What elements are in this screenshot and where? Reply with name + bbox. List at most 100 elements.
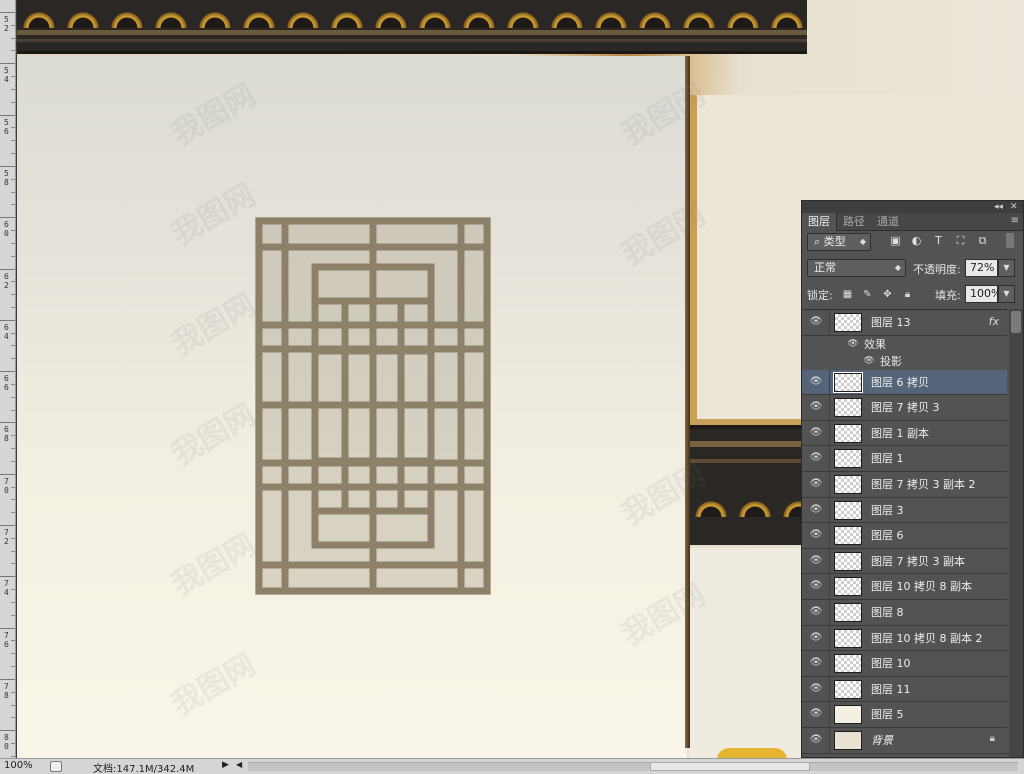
type-filter-icon[interactable]: T	[931, 233, 946, 248]
layer-row[interactable]: 👁︎ 图层 7 拷贝 3 副本 2	[802, 471, 1007, 498]
chevron-down-icon[interactable]: ▼	[998, 259, 1015, 277]
visibility-eye-icon[interactable]: 👁︎	[808, 631, 824, 645]
layer-name[interactable]: 图层 1	[871, 446, 904, 471]
layer-row[interactable]: 👁︎ 图层 6	[802, 523, 1007, 549]
visibility-eye-icon[interactable]: 👁︎	[808, 733, 824, 747]
lock-transparent-pixels-icon[interactable]: ▦	[841, 288, 854, 301]
visibility-eye-icon[interactable]: 👁︎	[808, 375, 824, 389]
layer-name[interactable]: 图层 13	[871, 310, 911, 335]
layer-row[interactable]: 👁︎ 图层 8	[802, 599, 1007, 626]
visibility-eye-icon[interactable]: 👁︎	[846, 338, 860, 350]
layer-name[interactable]: 图层 8	[871, 600, 904, 625]
scroll-left-arrow[interactable]: ◀	[236, 760, 242, 769]
layer-row[interactable]: 👁︎ 图层 7 拷贝 3 副本	[802, 548, 1007, 575]
visibility-eye-icon[interactable]: 👁︎	[808, 503, 824, 517]
zoom-level[interactable]: 100%	[4, 760, 33, 771]
layer-row[interactable]: 👁︎ 图层 1	[802, 446, 1007, 472]
layer-name[interactable]: 图层 1 副本	[871, 421, 929, 446]
fill-field[interactable]: 100% ▼	[965, 285, 1015, 303]
document-info-icon[interactable]	[50, 761, 62, 772]
horizontal-scrollbar[interactable]	[248, 762, 1018, 771]
layer-name[interactable]: 图层 10	[871, 651, 911, 676]
layer-row[interactable]: 👁︎ 图层 10	[802, 651, 1007, 677]
lock-position-icon[interactable]: ✥	[881, 288, 894, 301]
layer-thumbnail[interactable]	[834, 602, 862, 622]
layer-name[interactable]: 图层 10 拷贝 8 副本 2	[871, 626, 982, 651]
visibility-eye-icon[interactable]: 👁︎	[808, 707, 824, 721]
layer-thumbnail[interactable]	[834, 679, 862, 699]
layer-row[interactable]: 👁︎ 背景 🔒︎	[802, 727, 1007, 754]
layer-name[interactable]: 图层 7 拷贝 3 副本 2	[871, 472, 975, 497]
visibility-eye-icon[interactable]: 👁︎	[862, 355, 876, 367]
visibility-eye-icon[interactable]: 👁︎	[808, 605, 824, 619]
layer-row[interactable]: 👁︎ 图层 10 拷贝 8 副本 2	[802, 625, 1007, 652]
layer-name[interactable]: 图层 6 拷贝	[871, 370, 929, 395]
layer-row[interactable]: 👁︎ 图层 11	[802, 676, 1007, 703]
layer-name[interactable]: 图层 7 拷贝 3	[871, 395, 940, 420]
vertical-ruler[interactable]: 52 54 56 58 60 62 64 66 68 70 72 74 76 78 80	[0, 0, 16, 758]
layer-row[interactable]: 👁︎ 图层 5	[802, 702, 1007, 728]
layer-name[interactable]: 图层 10 拷贝 8 副本	[871, 574, 972, 599]
adjustment-filter-icon[interactable]: ◐	[909, 233, 924, 248]
visibility-eye-icon[interactable]: 👁︎	[808, 315, 824, 329]
layer-thumbnail[interactable]	[834, 398, 862, 418]
smart-object-filter-icon[interactable]: ⧉	[975, 233, 990, 248]
visibility-eye-icon[interactable]: 👁︎	[808, 554, 824, 568]
lock-image-pixels-icon[interactable]: ✎	[861, 288, 874, 301]
layer-name[interactable]: 图层 7 拷贝 3 副本	[871, 549, 965, 574]
layer-thumbnail[interactable]	[833, 371, 863, 393]
panel-menu-icon[interactable]: ≡	[1011, 215, 1019, 226]
layer-thumbnail[interactable]	[834, 449, 862, 469]
layer-thumbnail[interactable]	[834, 313, 862, 332]
layer-filter-select[interactable]: ⌕ 类型 ◆	[807, 233, 871, 251]
visibility-eye-icon[interactable]: 👁︎	[808, 682, 824, 696]
layer-row[interactable]: 👁︎ 图层 3	[802, 497, 1007, 524]
layer-thumbnail[interactable]	[834, 423, 862, 443]
visibility-eye-icon[interactable]: 👁︎	[808, 656, 824, 670]
effects-row[interactable]: 👁︎ 效果	[802, 335, 1007, 353]
collapse-panel-button[interactable]: ◂◂	[994, 201, 1003, 213]
layer-row[interactable]: 👁︎ 图层 10 拷贝 8 副本	[802, 574, 1007, 600]
blend-mode-select[interactable]: 正常 ◆	[807, 259, 906, 277]
layer-row[interactable]: 👁︎ 图层 7 拷贝 3	[802, 395, 1007, 421]
chevron-down-icon[interactable]: ▼	[998, 285, 1015, 303]
visibility-eye-icon[interactable]: 👁︎	[808, 528, 824, 542]
shape-filter-icon[interactable]: ⛶	[953, 233, 968, 248]
layer-list-scrollbar[interactable]	[1009, 309, 1023, 757]
layer-thumbnail[interactable]	[834, 526, 862, 546]
layer-name[interactable]: 图层 3	[871, 498, 904, 523]
layer-thumbnail[interactable]	[834, 730, 862, 750]
scrollbar-thumb[interactable]	[1011, 311, 1021, 333]
layer-name[interactable]: 图层 6	[871, 523, 904, 548]
drop-shadow-row[interactable]: 👁︎ 投影	[802, 352, 1007, 370]
horizontal-scrollbar-thumb[interactable]	[650, 762, 810, 771]
layer-row[interactable]: 👁︎ 图层 1 副本	[802, 420, 1007, 447]
layer-thumbnail[interactable]	[834, 628, 862, 648]
pixel-filter-icon[interactable]: ▣	[888, 233, 903, 248]
visibility-eye-icon[interactable]: 👁︎	[808, 451, 824, 465]
tab-layers[interactable]: 图层	[802, 213, 837, 231]
status-menu-arrow[interactable]: ▶	[222, 760, 229, 770]
layer-thumbnail[interactable]	[834, 500, 862, 520]
opacity-field[interactable]: 72% ▼	[965, 259, 1015, 277]
layer-thumbnail[interactable]	[834, 474, 862, 494]
layer-thumbnail[interactable]	[834, 654, 862, 674]
panel-title-bar[interactable]: ◂◂ ✕	[802, 201, 1023, 213]
layer-row[interactable]: 👁︎ 图层 6 拷贝	[802, 369, 1007, 396]
lock-all-icon[interactable]: 🔒︎	[901, 288, 914, 301]
layer-row[interactable]: 👁︎ 图层 13 fx	[802, 310, 1007, 336]
layer-thumbnail[interactable]	[834, 551, 862, 571]
layer-effects-icon[interactable]: fx	[989, 315, 999, 328]
visibility-eye-icon[interactable]: 👁︎	[808, 477, 824, 491]
visibility-eye-icon[interactable]: 👁︎	[808, 579, 824, 593]
layer-name[interactable]: 图层 11	[871, 677, 911, 702]
visibility-eye-icon[interactable]: 👁︎	[808, 400, 824, 414]
layer-thumbnail[interactable]	[834, 705, 862, 725]
layer-name[interactable]: 背景	[871, 728, 893, 753]
visibility-eye-icon[interactable]: 👁︎	[808, 426, 824, 440]
tab-paths[interactable]: 路径	[837, 213, 871, 231]
layer-thumbnail[interactable]	[834, 577, 862, 597]
filter-toggle[interactable]	[1006, 233, 1014, 248]
tab-channels[interactable]: 通道	[871, 213, 905, 231]
close-panel-button[interactable]: ✕	[1010, 201, 1018, 213]
